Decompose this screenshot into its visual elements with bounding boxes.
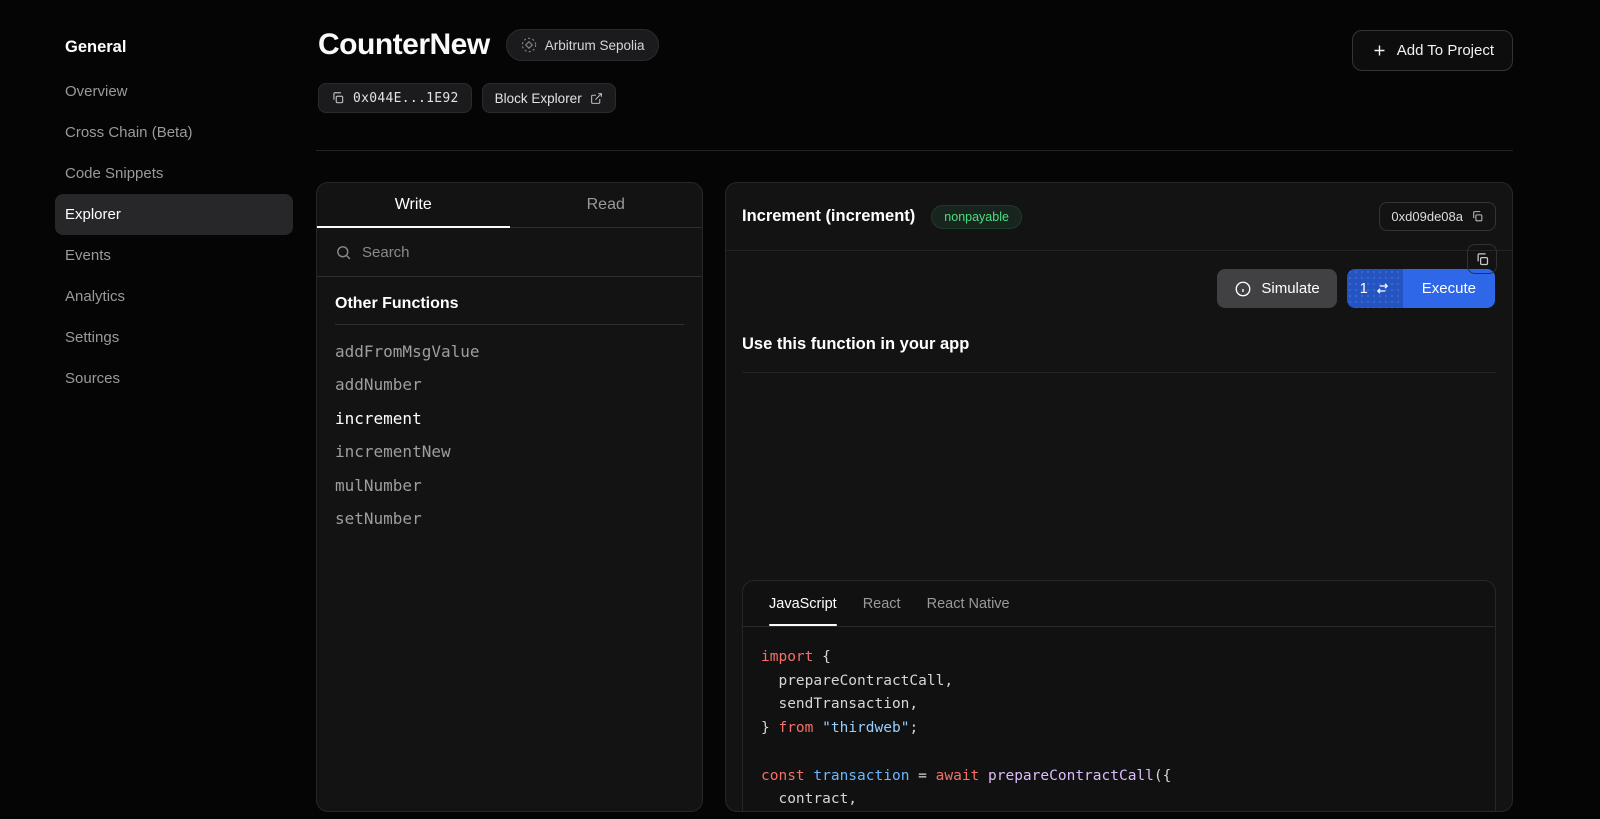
- add-to-project-button[interactable]: Add To Project: [1352, 30, 1513, 71]
- functions-panel: WriteRead Other Functions addFromMsgValu…: [316, 182, 703, 812]
- header-divider: [316, 150, 1513, 151]
- plus-icon: [1371, 42, 1388, 59]
- sidebar-item-settings[interactable]: Settings: [55, 317, 293, 358]
- queue-count: 1: [1360, 281, 1368, 297]
- usage-heading: Use this function in your app: [726, 326, 1512, 372]
- block-explorer-button[interactable]: Block Explorer: [482, 83, 616, 113]
- function-item-increment[interactable]: increment: [335, 402, 684, 435]
- external-link-icon: [590, 92, 603, 105]
- sidebar-item-explorer[interactable]: Explorer: [55, 194, 293, 235]
- function-item-setNumber[interactable]: setNumber: [335, 502, 684, 535]
- network-badge[interactable]: Arbitrum Sepolia: [506, 29, 660, 61]
- code-line: const transaction = await prepareContrac…: [761, 765, 1435, 789]
- sidebar-item-events[interactable]: Events: [55, 235, 293, 276]
- code-language-tabbar: JavaScript React React Native: [743, 581, 1495, 627]
- code-copy-button[interactable]: [1467, 244, 1497, 274]
- function-detail-panel: Increment (increment) nonpayable 0xd09de…: [725, 182, 1513, 812]
- code-snippet: import { prepareContractCall, sendTransa…: [743, 627, 1495, 812]
- info-icon: [1234, 280, 1252, 298]
- contract-header: CounterNew Arbitrum Sepolia 0x044E...1E9…: [318, 28, 1513, 113]
- tab-read[interactable]: Read: [510, 183, 703, 227]
- copy-address-button[interactable]: 0x044E...1E92: [318, 83, 472, 113]
- sidebar-item-analytics[interactable]: Analytics: [55, 276, 293, 317]
- copy-icon: [1475, 252, 1490, 267]
- function-item-mulNumber[interactable]: mulNumber: [335, 469, 684, 502]
- code-line: [761, 741, 1435, 765]
- function-title: Increment (increment): [742, 207, 915, 226]
- search-icon: [335, 244, 352, 261]
- copy-icon: [1471, 210, 1484, 223]
- queue-count-button[interactable]: 1: [1347, 269, 1403, 308]
- function-item-addFromMsgValue[interactable]: addFromMsgValue: [335, 335, 684, 368]
- network-badge-label: Arbitrum Sepolia: [545, 38, 645, 53]
- sidebar-items: OverviewCross Chain (Beta)Code SnippetsE…: [55, 71, 293, 399]
- function-item-incrementNew[interactable]: incrementNew: [335, 435, 684, 468]
- code-tab-react-native[interactable]: React Native: [927, 581, 1010, 626]
- page-title: CounterNew: [318, 28, 490, 62]
- action-row: Simulate 1 Execute: [726, 251, 1512, 326]
- code-line: contract,: [761, 788, 1435, 812]
- simulate-button[interactable]: Simulate: [1217, 269, 1336, 308]
- network-icon: [521, 37, 537, 53]
- execute-button[interactable]: Execute: [1403, 269, 1495, 308]
- copy-icon: [331, 91, 345, 105]
- sidebar-item-overview[interactable]: Overview: [55, 71, 293, 112]
- sidebar-item-cross-chain-beta[interactable]: Cross Chain (Beta): [55, 112, 293, 153]
- write-read-tabbar: WriteRead: [317, 183, 702, 228]
- add-to-project-label: Add To Project: [1397, 42, 1494, 59]
- function-section-title: Other Functions: [335, 295, 684, 325]
- selector-value: 0xd09de08a: [1391, 209, 1463, 224]
- swap-arrows-icon: [1375, 281, 1390, 296]
- code-tab-javascript[interactable]: JavaScript: [769, 581, 837, 626]
- sidebar: General OverviewCross Chain (Beta)Code S…: [55, 30, 293, 399]
- function-detail-header: Increment (increment) nonpayable 0xd09de…: [726, 183, 1512, 250]
- contract-address: 0x044E...1E92: [353, 91, 459, 106]
- code-line: prepareContractCall,: [761, 670, 1435, 694]
- sidebar-item-sources[interactable]: Sources: [55, 358, 293, 399]
- code-line: } from "thirdweb";: [761, 717, 1435, 741]
- sidebar-heading: General: [55, 30, 293, 71]
- tab-write[interactable]: Write: [317, 183, 510, 227]
- selector-copy-button[interactable]: 0xd09de08a: [1379, 202, 1496, 231]
- code-tab-react[interactable]: React: [863, 581, 901, 626]
- code-line: sendTransaction,: [761, 693, 1435, 717]
- block-explorer-label: Block Explorer: [495, 91, 582, 106]
- function-list: addFromMsgValueaddNumberincrementincreme…: [335, 335, 684, 535]
- function-item-addNumber[interactable]: addNumber: [335, 368, 684, 401]
- mutability-badge: nonpayable: [931, 205, 1022, 229]
- execute-label: Execute: [1422, 280, 1476, 297]
- simulate-label: Simulate: [1261, 280, 1319, 297]
- code-card: JavaScript React React Native import { pre…: [742, 580, 1496, 812]
- search-input[interactable]: [362, 244, 684, 261]
- code-line: import {: [761, 646, 1435, 670]
- usage-divider: [742, 372, 1496, 373]
- function-search-row: [317, 228, 702, 277]
- sidebar-item-code-snippets[interactable]: Code Snippets: [55, 153, 293, 194]
- execute-split-button: 1 Execute: [1347, 269, 1495, 308]
